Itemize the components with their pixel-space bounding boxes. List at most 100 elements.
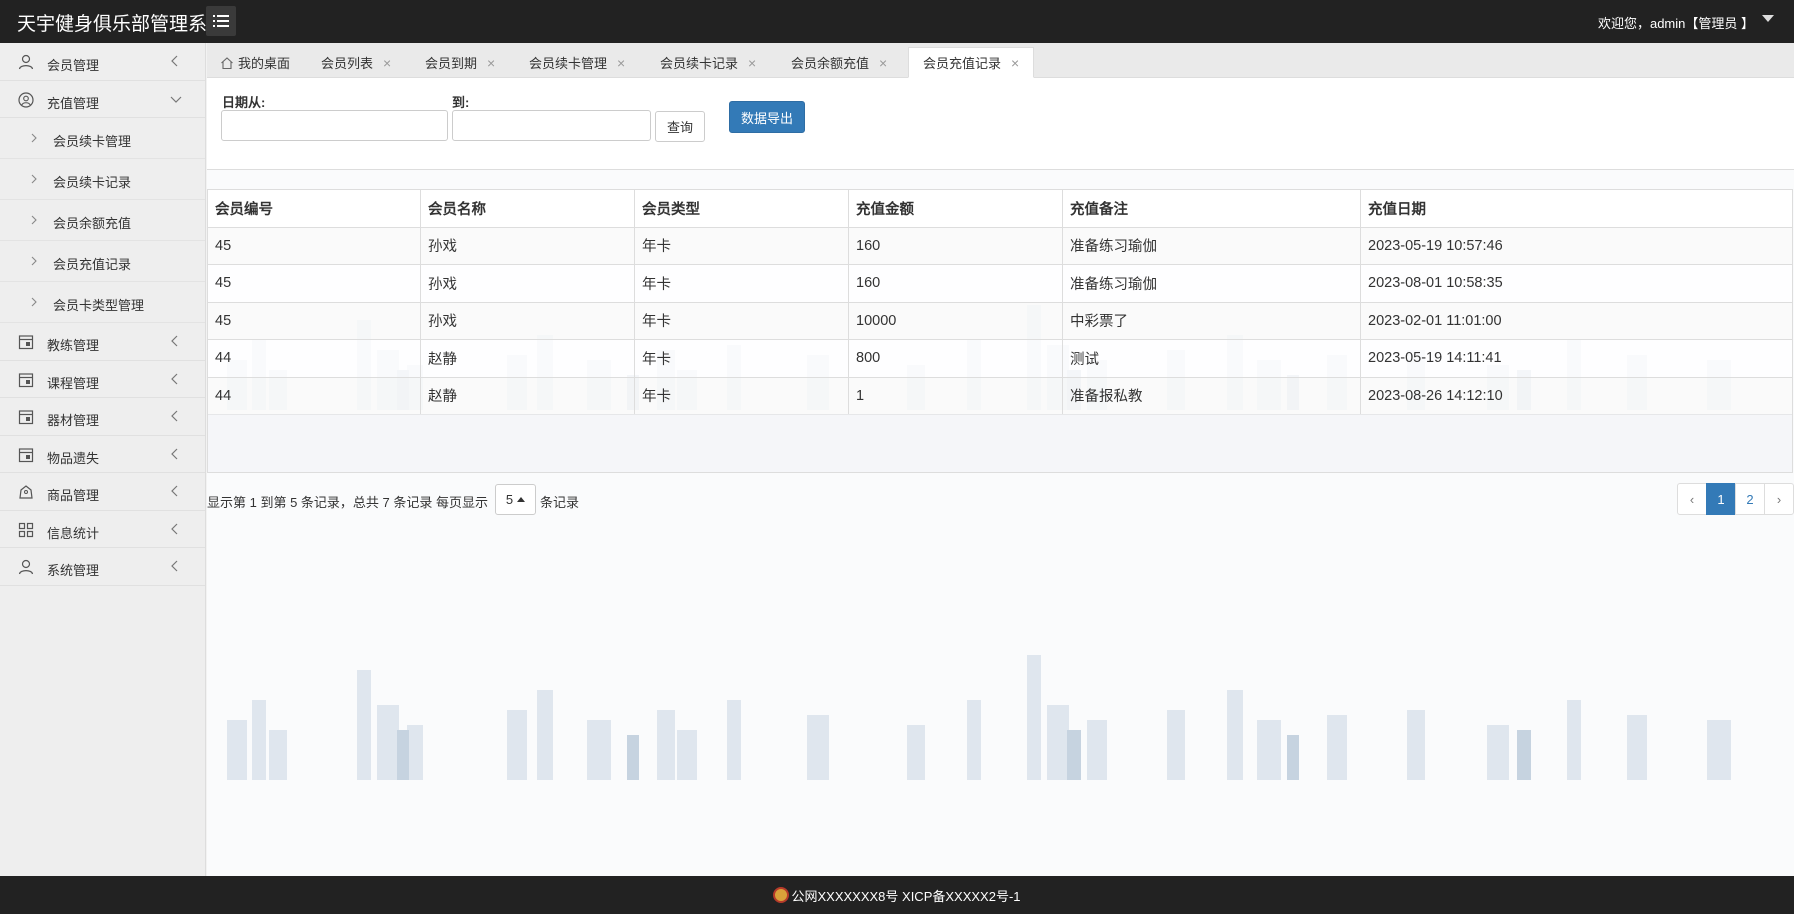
chevron-left-icon	[171, 335, 178, 347]
sidebar-item-goods[interactable]: 商品管理	[0, 473, 205, 511]
prev-page-button[interactable]: ‹	[1677, 483, 1707, 515]
sidebar-subitem-label: 会员余额充值	[53, 216, 132, 231]
sidebar-subitem-card-type[interactable]: 会员卡类型管理	[0, 282, 205, 323]
query-button[interactable]: 查询	[655, 111, 705, 142]
table-header-row: 会员编号 会员名称 会员类型 充值金额 充值备注 充值日期	[207, 189, 1793, 228]
table-row[interactable]: 45 孙戏 年卡 160 准备练习瑜伽 2023-08-01 10:58:35	[207, 264, 1793, 303]
chevron-left-icon	[171, 55, 178, 67]
table-row[interactable]: 45 孙戏 年卡 160 准备练习瑜伽 2023-05-19 10:57:46	[207, 226, 1793, 265]
page-size-select[interactable]: 5	[495, 484, 536, 515]
footer-text[interactable]: 公网XXXXXXX8号 XICP备XXXXX2号-1	[791, 886, 1020, 905]
page-button-1[interactable]: 1	[1706, 483, 1736, 515]
close-icon[interactable]: ×	[1011, 55, 1019, 71]
tab-member-list[interactable]: 会员列表 ×	[321, 47, 391, 78]
sidebar-item-recharge[interactable]: 充值管理	[0, 81, 205, 118]
chevron-down-icon	[170, 96, 182, 103]
date-from-label: 日期从:	[222, 95, 266, 110]
table-row[interactable]: 44 赵静 年卡 800 测试 2023-05-19 14:11:41	[207, 339, 1793, 378]
table-cell: 800	[848, 339, 1063, 378]
table-cell: 孙戏	[420, 226, 635, 265]
user-icon	[18, 559, 34, 575]
sidebar-item-lost-items[interactable]: 物品遗失	[0, 436, 205, 473]
chevron-left-icon	[171, 485, 178, 497]
sidebar-item-course[interactable]: 课程管理	[0, 361, 205, 398]
tab-label: 会员到期	[425, 56, 478, 71]
caret-up-icon	[517, 497, 526, 502]
table-cell: 2023-08-01 10:58:35	[1360, 264, 1793, 303]
menu-toggle-button[interactable]	[206, 6, 236, 36]
table-cell: 赵静	[420, 376, 635, 415]
column-header[interactable]: 会员类型	[634, 189, 849, 228]
table-cell: 160	[848, 264, 1063, 303]
sidebar-subitem-balance-recharge[interactable]: 会员余额充值	[0, 200, 205, 241]
sidebar-subitem-renew-manage[interactable]: 会员续卡管理	[0, 118, 205, 159]
table-cell: 准备练习瑜伽	[1062, 264, 1361, 303]
sidebar-item-coach[interactable]: 教练管理	[0, 323, 205, 361]
table-cell: 年卡	[634, 264, 849, 303]
date-to-input[interactable]	[452, 110, 651, 141]
chevron-right-icon	[31, 174, 37, 184]
column-header[interactable]: 充值日期	[1360, 189, 1793, 228]
sidebar-item-member[interactable]: 会员管理	[0, 43, 205, 81]
calendar-icon	[18, 410, 34, 425]
recharge-record-table: 会员编号 会员名称 会员类型 充值金额 充值备注 充值日期 45 孙戏 年卡 1…	[207, 189, 1793, 415]
chevron-right-icon	[31, 297, 37, 307]
tab-balance-recharge[interactable]: 会员余额充值 ×	[791, 47, 887, 78]
city-skyline-decoration	[227, 655, 1731, 780]
sidebar-item-statistics[interactable]: 信息统计	[0, 511, 205, 548]
tab-member-expire[interactable]: 会员到期 ×	[425, 47, 495, 78]
table-cell: 10000	[848, 301, 1063, 340]
sidebar-item-label: 课程管理	[47, 375, 100, 391]
close-icon[interactable]: ×	[879, 55, 887, 71]
table-cell: 年卡	[634, 339, 849, 378]
sidebar-subitem-recharge-record[interactable]: 会员充值记录	[0, 241, 205, 282]
police-badge-icon	[773, 887, 790, 903]
chevron-right-icon	[31, 256, 37, 266]
next-page-button[interactable]: ›	[1764, 483, 1794, 515]
column-header[interactable]: 会员编号	[207, 189, 421, 228]
export-button[interactable]: 数据导出	[729, 101, 805, 133]
sidebar-item-system[interactable]: 系统管理	[0, 548, 205, 586]
tab-renew-record[interactable]: 会员续卡记录 ×	[660, 47, 756, 78]
sidebar-subitem-label: 会员续卡记录	[53, 175, 132, 190]
sidebar-item-label: 器材管理	[47, 413, 100, 428]
tab-bar: 我的桌面 会员列表 × 会员到期 × 会员续卡管理 × 会员续卡记录 × 会员余…	[207, 43, 1794, 78]
close-icon[interactable]: ×	[748, 55, 756, 71]
page-button-2[interactable]: 2	[1735, 483, 1765, 515]
chevron-left-icon	[171, 523, 178, 534]
chevron-left-icon	[171, 373, 178, 384]
hamburger-icon	[213, 15, 229, 27]
close-icon[interactable]: ×	[487, 55, 495, 71]
chevron-left-icon	[171, 560, 178, 572]
filter-panel: 日期从: 到: 查询 数据导出	[207, 78, 1794, 170]
table-cell: 2023-02-01 11:01:00	[1360, 301, 1793, 340]
tab-renew-manage[interactable]: 会员续卡管理 ×	[529, 47, 625, 78]
date-from-input[interactable]	[221, 110, 448, 141]
sidebar-item-label: 商品管理	[47, 488, 100, 503]
sidebar-item-equipment[interactable]: 器材管理	[0, 398, 205, 436]
calendar-icon	[18, 372, 34, 387]
table-cell: 准备练习瑜伽	[1062, 226, 1361, 265]
table-cell: 45	[207, 226, 421, 265]
user-icon	[18, 54, 34, 70]
column-header[interactable]: 会员名称	[420, 189, 635, 228]
table-row[interactable]: 45 孙戏 年卡 10000 中彩票了 2023-02-01 11:01:00	[207, 301, 1793, 340]
tab-desktop[interactable]: 我的桌面	[220, 47, 290, 78]
sidebar-subitem-renew-record[interactable]: 会员续卡记录	[0, 159, 205, 200]
sidebar-item-label: 系统管理	[47, 563, 100, 578]
table-cell: 测试	[1062, 339, 1361, 378]
pagination-info: 显示第 1 到第 5 条记录，总共 7 条记录 每页显示	[207, 495, 488, 510]
column-header[interactable]: 充值金额	[848, 189, 1063, 228]
footer: 公网XXXXXXX8号 XICP备XXXXX2号-1	[0, 876, 1794, 914]
column-header[interactable]: 充值备注	[1062, 189, 1361, 228]
table-row[interactable]: 44 赵静 年卡 1 准备报私教 2023-08-26 14:12:10	[207, 376, 1793, 415]
close-icon[interactable]: ×	[383, 55, 391, 71]
close-icon[interactable]: ×	[617, 55, 625, 71]
user-welcome[interactable]: 欢迎您，admin【管理员 】	[1598, 13, 1754, 32]
grid-icon	[18, 522, 34, 537]
caret-down-icon[interactable]	[1762, 15, 1774, 22]
tab-recharge-record[interactable]: 会员充值记录 ×	[908, 47, 1035, 78]
calendar-icon	[18, 335, 34, 350]
table-cell: 2023-05-19 14:11:41	[1360, 339, 1793, 378]
tab-label: 会员列表	[321, 56, 374, 71]
